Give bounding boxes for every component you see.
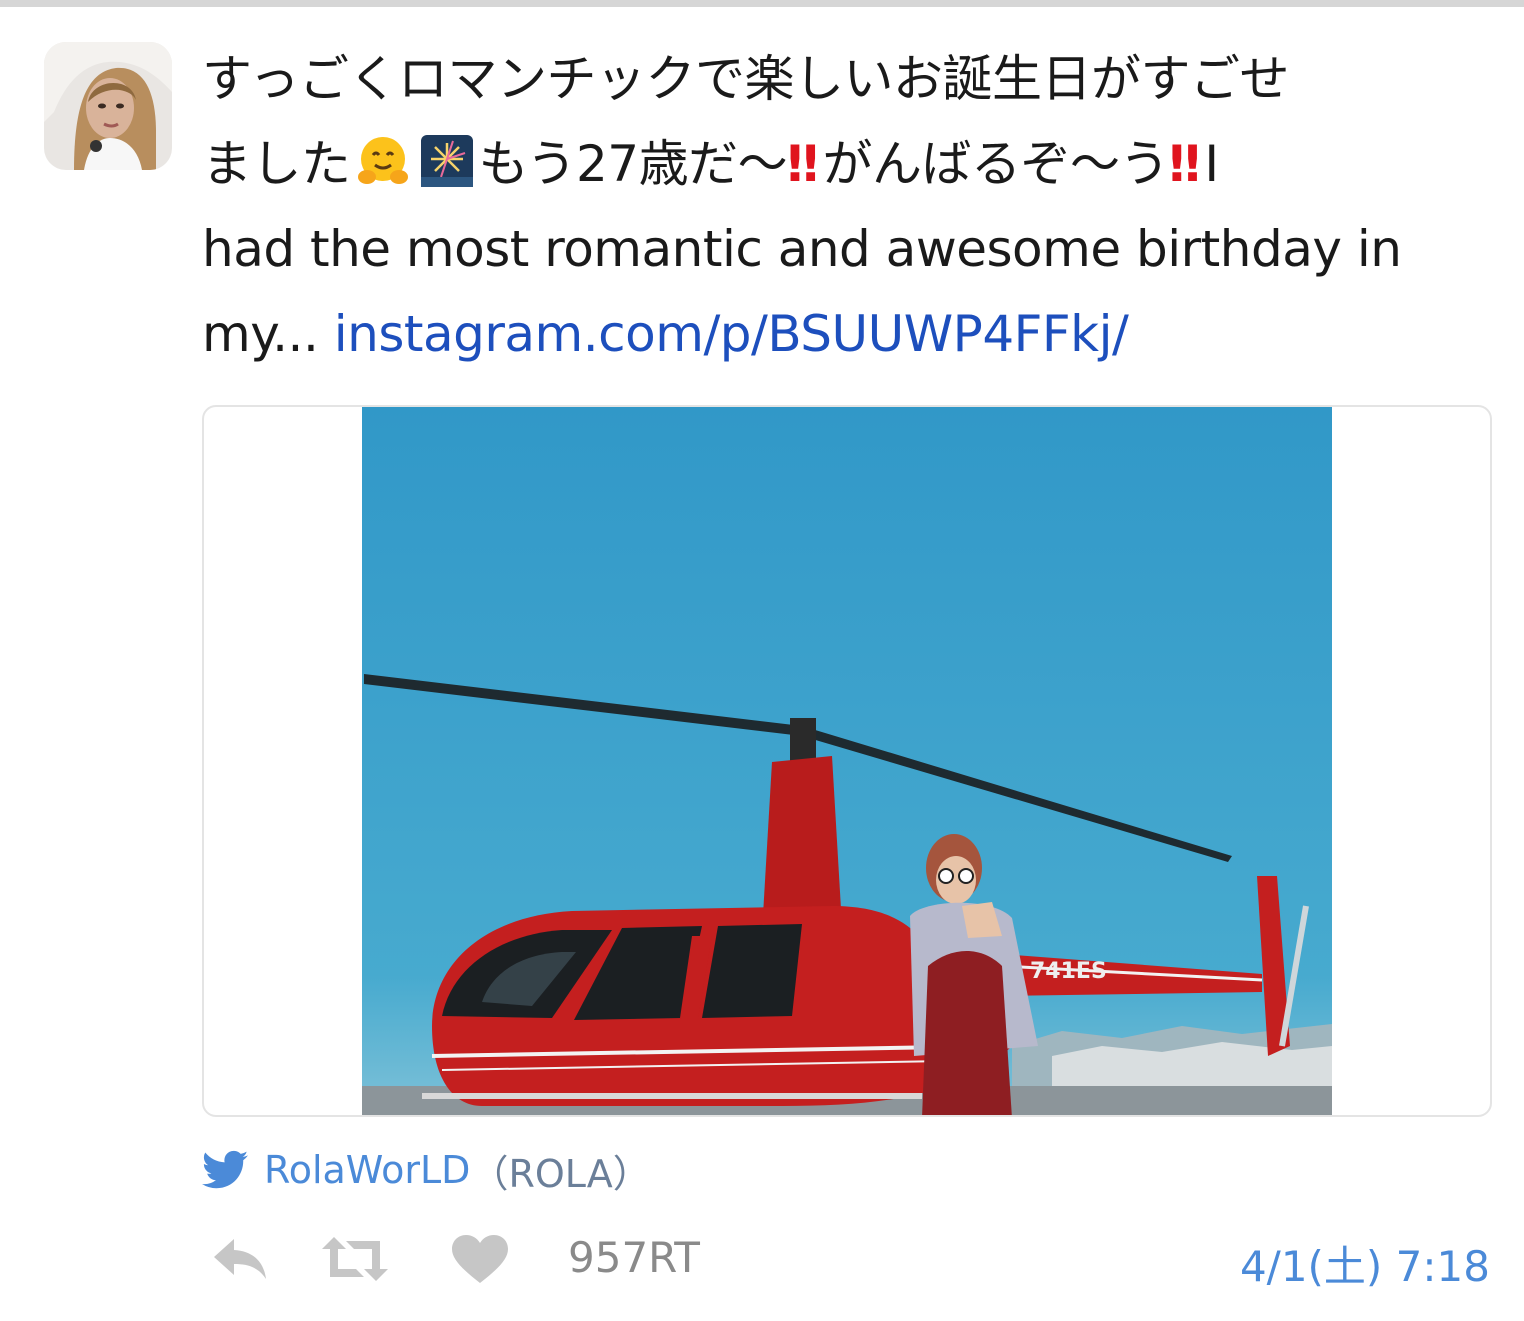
hugging-face-icon — [355, 130, 411, 186]
media-image[interactable]: 741ES — [202, 405, 1492, 1117]
fireworks-icon — [419, 130, 475, 187]
top-divider — [0, 0, 1524, 7]
like-heart-icon[interactable] — [452, 1235, 508, 1285]
tweet-source[interactable]: RolaWorLD （ROLA） — [202, 1145, 651, 1196]
tweet-timestamp[interactable]: 4/1(土) 7:18 — [1240, 1233, 1490, 1294]
reply-icon[interactable] — [210, 1235, 268, 1281]
tweet-text: すっごくロマンチックで楽しいお誕生日がすごせ ました もう27歳だ〜‼ がんばるぞ〜… — [202, 37, 1502, 377]
double-exclamation-icon: ‼ — [787, 135, 818, 193]
avatar[interactable] — [44, 42, 172, 170]
helicopter-photo: 741ES — [362, 407, 1332, 1115]
tail-number: 741ES — [1030, 959, 1107, 984]
double-exclamation-icon: ‼ — [1168, 135, 1200, 193]
source-name: （ROLA） — [470, 1151, 651, 1196]
instagram-link[interactable]: instagram.com/p/BSUUWP4FFkj/ — [334, 305, 1129, 363]
twitter-bird-icon — [202, 1150, 248, 1189]
tweet-card[interactable]: すっごくロマンチックで楽しいお誕生日がすごせ ました もう27歳だ〜‼ がんばるぞ〜… — [0, 7, 1524, 1321]
source-handle[interactable]: RolaWorLD — [264, 1148, 470, 1192]
tweet-text-line-2: ました もう27歳だ〜‼ がんばるぞ〜う‼ I — [202, 122, 1502, 207]
tweet-text-line-4: my... instagram.com/p/BSUUWP4FFkj/ — [202, 305, 1129, 363]
tweet-text-line-3: had the most romantic and awesome birthd… — [202, 220, 1402, 278]
retweet-icon[interactable] — [322, 1235, 388, 1283]
retweet-count: 957RT — [568, 1233, 700, 1282]
tweet-text-line-1: すっごくロマンチックで楽しいお誕生日がすごせ — [202, 50, 1290, 108]
action-bar: 957RT 4/1(土) 7:18 — [202, 1229, 1492, 1291]
